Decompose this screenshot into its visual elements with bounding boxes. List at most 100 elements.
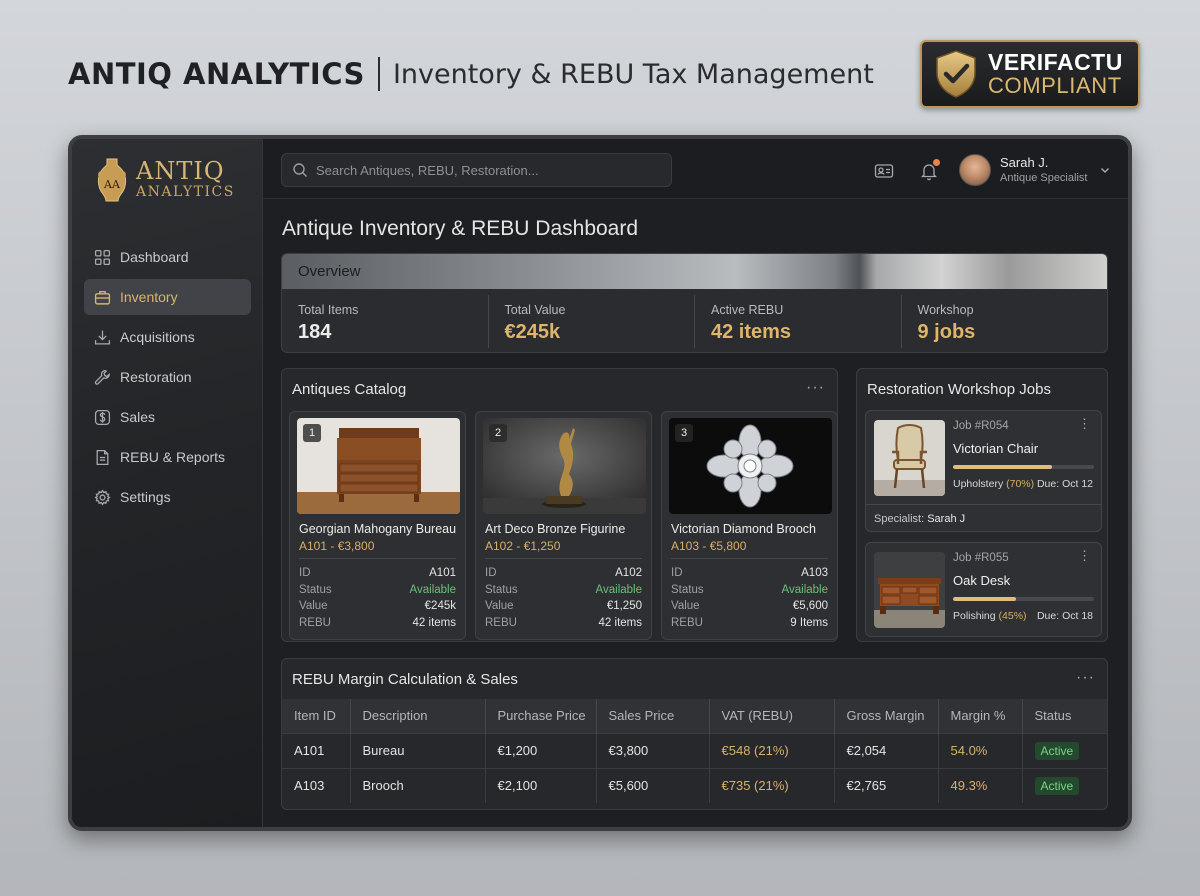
job-phase-percent: (45%) [998,610,1027,622]
figurine-image: 2 [483,418,646,514]
catalog-card[interactable]: 2 Art Deco Bronze Figurine A102 - €1,250… [475,411,652,640]
notification-dot [933,159,940,166]
row-key: Value [299,600,328,612]
row-key: Status [299,583,332,596]
sidebar-item-sales[interactable]: Sales [84,399,251,435]
row-key: ID [671,567,683,579]
column-header[interactable]: Status [1022,699,1107,733]
specialist-label: Specialist: [874,513,925,525]
sidebar-item-dashboard[interactable]: Dashboard [84,239,251,275]
column-header[interactable]: Purchase Price [485,699,597,733]
sidebar-item-label: Settings [120,489,171,505]
amphora-logo-icon: AA [97,158,127,202]
card-row: Status Available [485,582,642,599]
search-box[interactable] [281,153,672,187]
column-header[interactable]: Gross Margin [834,699,939,733]
row-key: ID [299,567,311,579]
catalog-card[interactable]: 1 Georgian Mahogany Bureau A101 - €3,800… [289,411,466,640]
card-number: 1 [303,424,321,442]
banner-brand: ANTIQ ANALYTICS [68,57,365,91]
row-key: Value [485,600,514,612]
cell-vat: €548 (21%) [709,732,835,768]
sidebar-item-acquisitions[interactable]: Acquisitions [84,319,251,355]
table-row[interactable]: A101 Bureau €1,200 €3,800 €548 (21%) €2,… [282,732,1107,768]
rebu-table: Item ID Description Purchase Price Sales… [282,699,1107,803]
app-logo[interactable]: AA ANTIQ ANALYTICS [96,157,235,203]
cell-gross-margin: €2,765 [834,767,939,803]
job-progress-bar [953,465,1094,469]
avatar [959,154,991,186]
user-menu[interactable]: Sarah J. Antique Specialist [959,154,1111,186]
panel-title: Antiques Catalog [292,381,407,398]
cell-margin-pct: 49.3% [938,767,1023,803]
job-phase-name: Polishing [953,610,996,622]
cell-description: Brooch [350,767,486,803]
job-progress-fill [953,597,1017,601]
stat-value: 184 [298,321,332,343]
cell-status: Active [1022,767,1107,803]
row-value: €5,600 [792,600,828,612]
column-header[interactable]: Description [350,699,486,733]
cell-gross-margin: €2,054 [834,732,939,768]
cell-item-id: A101 [282,732,351,768]
grid-icon [94,249,111,265]
specialist-name: Sarah J [927,513,966,525]
row-key: Status [485,583,518,596]
download-icon [94,330,111,345]
job-phase-percent: (70%) [1006,478,1035,490]
job-menu-button[interactable]: ⋮ [1078,417,1091,431]
cell-sales-price: €5,600 [596,767,710,803]
card-divider [299,558,456,559]
sidebar-item-rebu-reports[interactable]: REBU & Reports [84,439,251,475]
svg-text:AA: AA [103,178,121,191]
status-badge: Active [1034,776,1080,795]
row-value: €245k [424,600,456,612]
column-header[interactable]: Sales Price [596,699,710,733]
card-title: Victorian Diamond Brooch [671,522,816,536]
banner-divider [377,57,380,91]
card-row: Status Available [671,582,828,599]
stat-label: Workshop [917,303,974,317]
overview-title: Overview [282,254,1107,289]
app-window: AA ANTIQ ANALYTICS Dashboard Inventory A… [68,135,1132,831]
stat-value: 9 jobs [917,321,976,343]
column-header[interactable]: Margin % [938,699,1023,733]
card-divider [485,558,642,559]
chair-image [874,420,945,496]
row-value: A101 [429,567,456,579]
card-title: Art Deco Bronze Figurine [485,522,626,536]
search-icon [293,163,307,177]
job-menu-button[interactable]: ⋮ [1078,549,1091,563]
stat-label: Total Value [504,303,566,317]
card-subtitle: A103 - €5,800 [671,539,747,553]
verifactu-badge: VERIFACTU COMPLIANT [920,40,1140,108]
catalog-card[interactable]: 3 Victorian Diamond Brooch A103 - €5,800… [661,411,838,640]
status-value: Available [595,583,642,596]
id-card-icon[interactable] [874,161,894,181]
status-value: Available [781,583,828,596]
sidebar-item-label: Inventory [120,289,178,305]
card-row: REBU 42 items [299,615,456,632]
desk-image [874,552,945,628]
search-input[interactable] [316,162,656,178]
sidebar: AA ANTIQ ANALYTICS Dashboard Inventory A… [72,139,263,827]
sidebar-item-restoration[interactable]: Restoration [84,359,251,395]
notifications-button[interactable] [919,159,940,181]
table-row[interactable]: A103 Brooch €2,100 €5,600 €735 (21%) €2,… [282,767,1107,803]
more-options-button[interactable]: ··· [1076,669,1095,687]
more-options-button[interactable]: ··· [806,379,825,397]
card-row: Value €1,250 [485,598,642,615]
sidebar-item-inventory[interactable]: Inventory [84,279,251,315]
column-header[interactable]: VAT (REBU) [709,699,835,733]
row-key: Status [671,583,704,596]
job-phase: Polishing (45%) [953,610,1027,622]
gear-icon [94,488,111,506]
user-name: Sarah J. [1000,154,1049,170]
column-header[interactable]: Item ID [282,699,351,733]
card-row: REBU 42 items [485,615,642,632]
job-card[interactable]: Job #R055 Oak Desk ⋮ Polishing (45%) Due… [865,542,1102,637]
sidebar-item-settings[interactable]: Settings [84,479,251,515]
document-icon [96,449,109,465]
cell-status: Active [1022,732,1107,768]
job-card[interactable]: Job #R054 Victorian Chair ⋮ Upholstery (… [865,410,1102,532]
